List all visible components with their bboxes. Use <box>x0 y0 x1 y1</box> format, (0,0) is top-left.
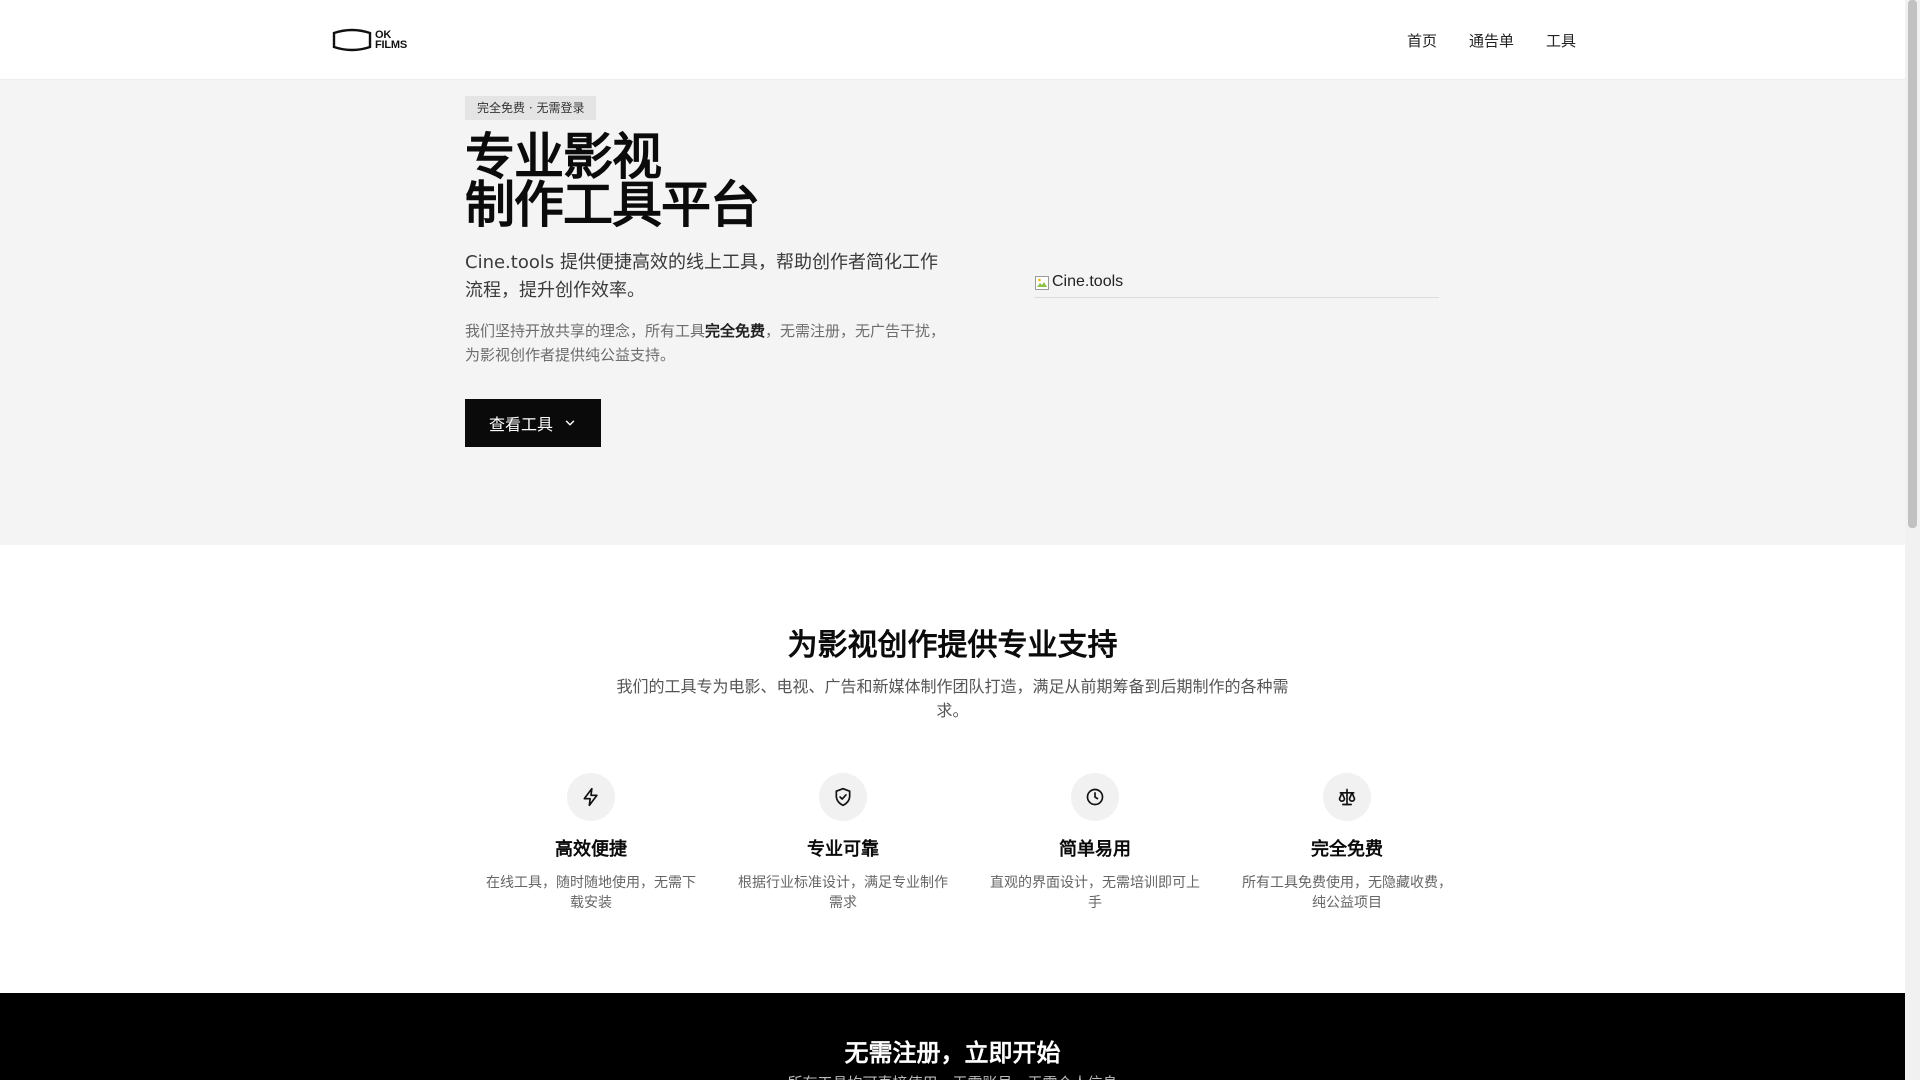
features-title: 为影视创作提供专业支持 <box>787 628 1118 663</box>
features-section: 为影视创作提供专业支持 我们的工具专为电影、电视、广告和新媒体制作团队打造，满足… <box>0 545 1905 993</box>
chevron-down-icon <box>565 420 575 426</box>
hero-title-line-1: 专业影视 <box>465 128 662 186</box>
cta-band: 无需注册，立即开始 所有工具均可直接使用，无需账号，无需个人信息 <box>0 993 1905 1080</box>
okfilms-logo[interactable]: OK FILMS <box>332 28 407 52</box>
hero-desc-part-1: 我们坚持开放共享的理念，所有工具 <box>465 322 706 340</box>
film-frame-logo-icon <box>332 28 372 52</box>
hero-image-alt-text: Cine.tools <box>1052 273 1124 290</box>
feature-reliable: 专业可靠 根据行业标准设计，满足专业制作需求 <box>717 773 969 913</box>
feature-efficient: 高效便捷 在线工具，随时随地使用，无需下载安装 <box>465 773 717 913</box>
view-tools-button[interactable]: 查看工具 <box>465 399 602 447</box>
hero-content: 完全免费 · 无需登录 专业影视 制作工具平台 Cine.tools 提供便捷高… <box>465 96 955 447</box>
page-scrollbar[interactable] <box>1905 0 1920 1080</box>
nav-tools-link[interactable]: 工具 <box>1546 30 1576 51</box>
nav-home-link[interactable]: 首页 <box>1407 30 1437 51</box>
feature-title: 简单易用 <box>1059 839 1131 860</box>
scale-icon <box>1323 773 1371 821</box>
hero-description: 我们坚持开放共享的理念，所有工具完全免费，无需注册，无广告干扰，为影视创作者提供… <box>465 319 955 367</box>
logo-line-2: FILMS <box>375 39 407 51</box>
feature-free: 完全免费 所有工具免费使用，无隐藏收费，纯公益项目 <box>1221 773 1473 913</box>
view-tools-label: 查看工具 <box>489 415 554 434</box>
feature-grid: 高效便捷 在线工具，随时随地使用，无需下载安装 专业可靠 根据行业标准设计，满足… <box>465 773 1473 913</box>
feature-title: 专业可靠 <box>807 839 879 860</box>
feature-description: 根据行业标准设计，满足专业制作需求 <box>738 875 948 911</box>
free-badge: 完全免费 · 无需登录 <box>465 96 597 120</box>
nav-call-sheet-link[interactable]: 通告单 <box>1469 30 1514 51</box>
logo-wordmark: OK FILMS <box>375 30 407 51</box>
feature-easy: 简单易用 直观的界面设计，无需培训即可上手 <box>969 773 1221 913</box>
feature-title: 完全免费 <box>1311 839 1383 860</box>
hero-desc-highlight: 完全免费 <box>705 322 766 340</box>
hero-title: 专业影视 制作工具平台 <box>465 128 955 234</box>
broken-image-icon <box>1035 276 1049 290</box>
feature-description: 直观的界面设计，无需培训即可上手 <box>990 875 1200 911</box>
lightning-icon <box>567 773 615 821</box>
hero-image-broken: Cine.tools <box>1034 273 1439 298</box>
hero-section: 完全免费 · 无需登录 专业影视 制作工具平台 Cine.tools 提供便捷高… <box>0 80 1905 545</box>
site-header: OK FILMS 首页 通告单 工具 <box>0 0 1905 80</box>
feature-description: 在线工具，随时随地使用，无需下载安装 <box>486 875 696 911</box>
feature-title: 高效便捷 <box>555 839 627 860</box>
features-subtitle: 我们的工具专为电影、电视、广告和新媒体制作团队打造，满足从前期筹备到后期制作的各… <box>616 677 1289 720</box>
cta-band-title: 无需注册，立即开始 <box>844 1039 1061 1067</box>
scrollbar-thumb[interactable] <box>1908 0 1917 528</box>
feature-description: 所有工具免费使用，无隐藏收费，纯公益项目 <box>1242 875 1452 911</box>
clock-icon <box>1071 773 1119 821</box>
main-nav: 首页 通告单 工具 <box>1407 0 1576 80</box>
cta-band-subtitle: 所有工具均可直接使用，无需账号，无需个人信息 <box>0 1072 1905 1080</box>
shield-check-icon <box>819 773 867 821</box>
hero-title-line-2: 制作工具平台 <box>465 176 760 234</box>
hero-lead: Cine.tools 提供便捷高效的线上工具，帮助创作者简化工作流程，提升创作效… <box>465 252 938 301</box>
